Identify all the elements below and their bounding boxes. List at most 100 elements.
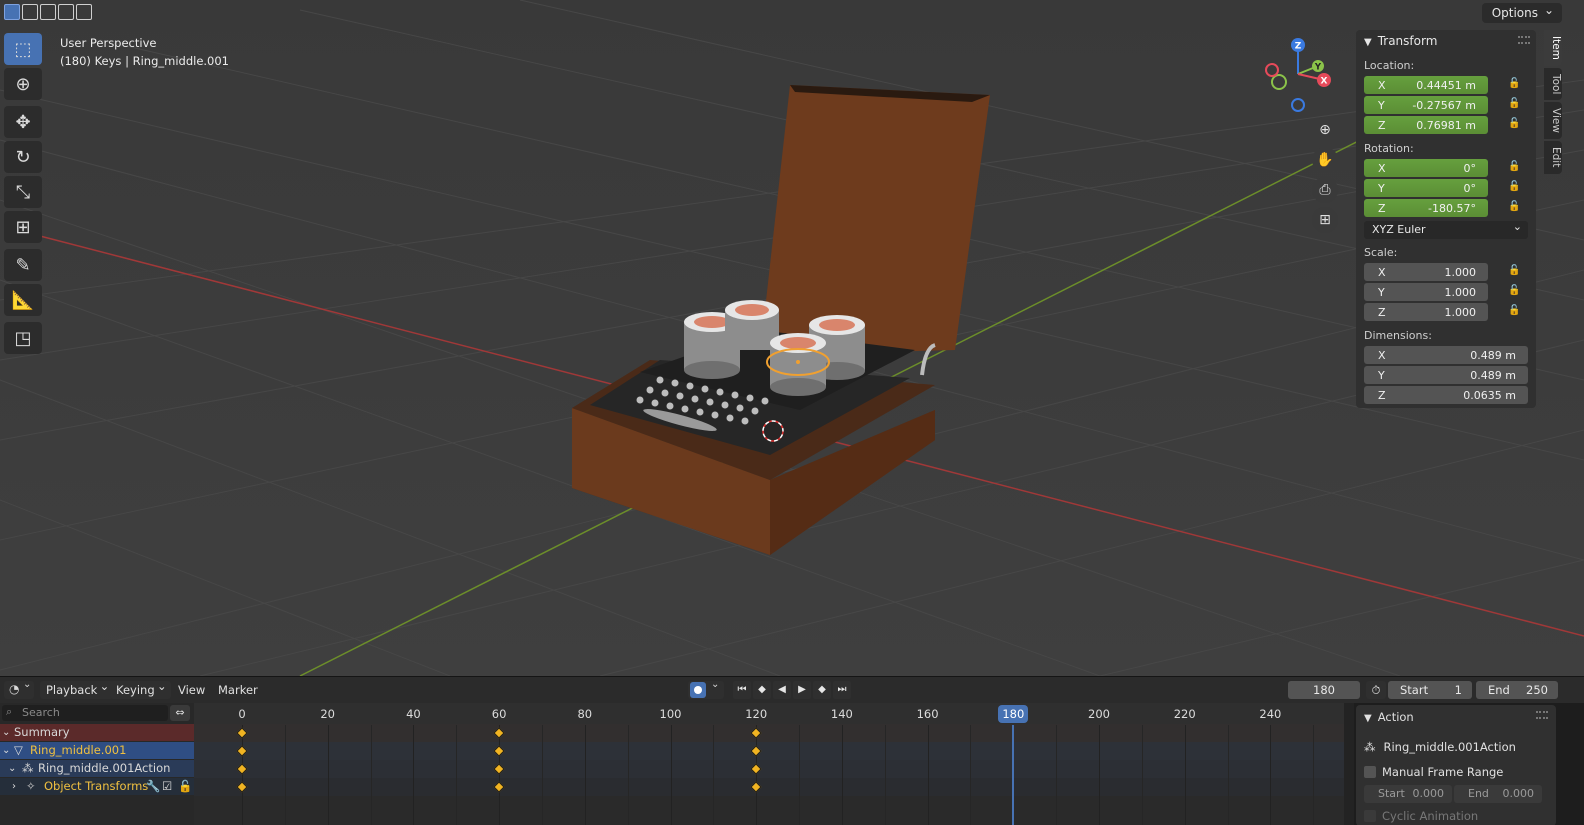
end-frame-field[interactable]: End 250 [1476,681,1558,699]
view-menu[interactable]: View [172,681,211,699]
drag-handle-icon[interactable] [1536,711,1548,719]
select-invert-icon[interactable] [58,4,74,20]
keying-menu[interactable]: Keying [110,677,171,699]
mesh-icon: ▽ [14,743,23,757]
chevron-down-icon[interactable]: ⌄ [2,742,10,759]
location-x-field[interactable]: X 0.44451 m [1364,76,1488,94]
wrench-icon[interactable]: 🔧 [146,778,160,795]
select-new-icon[interactable] [4,4,20,20]
location-label: Location: [1364,59,1415,72]
playback-menu[interactable]: Playback [40,677,114,699]
lock-icon[interactable]: 🔓 [1508,161,1522,175]
dimensions-z-field[interactable]: Z 0.0635 m [1364,386,1528,404]
pan-hand-icon[interactable]: ✋ [1312,147,1338,173]
dimensions-y-field[interactable]: Y 0.489 m [1364,366,1528,384]
prev-keyframe-icon[interactable]: ◆ [753,681,771,699]
swap-icon[interactable]: ⇔ [170,705,190,721]
action-name-field[interactable]: ⁂ Ring_middle.001Action [1364,740,1516,754]
select-subtract-icon[interactable] [40,4,56,20]
tab-tool[interactable]: Tool [1544,67,1562,101]
lock-icon[interactable]: 🔓 [1508,265,1522,279]
rotate-icon[interactable]: ↻ [4,141,42,173]
chevron-right-icon[interactable]: › [12,778,16,795]
measure-icon[interactable]: 📐 [4,284,42,316]
action-end-field[interactable]: End 0.000 [1454,785,1542,803]
lock-icon[interactable]: 🔓 [1508,98,1522,112]
location-z-field[interactable]: Z 0.76981 m [1364,116,1488,134]
lock-icon[interactable]: 🔓 [1508,285,1522,299]
grid-view-icon[interactable]: ⊞ [1312,207,1338,233]
rotation-x-field[interactable]: X 0° [1364,159,1488,177]
scale-y-field[interactable]: Y 1.000 [1364,283,1488,301]
jump-end-icon[interactable]: ⏭ [833,681,851,699]
cursor-icon[interactable]: ⊕ [4,68,42,100]
timeline-scrollbar[interactable] [1344,703,1354,825]
action-header[interactable]: ▼ Action [1364,710,1414,724]
grid-line [284,725,286,825]
drag-handle-icon[interactable] [1518,36,1530,44]
playhead[interactable] [1012,725,1015,825]
channel-search-input[interactable]: ⌕ Search [2,705,168,721]
checkbox-icon[interactable]: ☑ [162,778,172,795]
ruler-tick-label: 140 [830,707,853,721]
gizmo-z-label: Z [1295,42,1302,52]
lock-icon[interactable]: 🔓 [1508,118,1522,132]
editor-type-clock-icon[interactable]: ◔ ⌄ [4,679,34,699]
current-frame-field[interactable]: 180 [1288,681,1360,699]
lock-icon[interactable]: 🔓 [1508,181,1522,195]
lock-icon[interactable]: 🔓 [1508,201,1522,215]
manual-frame-range-checkbox[interactable]: Manual Frame Range [1364,765,1503,779]
auto-keying-button[interactable]: ⌄ [688,679,724,699]
scale-icon[interactable]: ⤡ [4,176,42,208]
transform-icon[interactable]: ⊞ [4,211,42,243]
tab-view[interactable]: View [1544,102,1562,140]
transport-controls: ⏮ ◆ ◀ ▶ ◆ ⏭ [733,681,851,699]
lock-icon[interactable]: 🔓 [178,778,192,795]
action-start-field[interactable]: Start 0.000 [1364,785,1452,803]
transform-header[interactable]: ▼ Transform [1356,30,1536,52]
rotation-mode-dropdown[interactable]: XYZ Euler [1364,218,1528,239]
rotation-y-field[interactable]: Y 0° [1364,179,1488,197]
grid-line [413,725,415,825]
location-y-field[interactable]: Y -0.27567 m [1364,96,1488,114]
chevron-down-icon[interactable]: ⌄ [8,760,16,777]
channel-summary[interactable]: ⌄ Summary [0,724,194,741]
play-icon[interactable]: ▶ [793,681,811,699]
annotate-icon[interactable]: ✎ [4,249,42,281]
perspective-label: User Perspective [60,36,157,50]
dimensions-x-field[interactable]: X 0.489 m [1364,346,1528,364]
dopesheet-grid[interactable]: 0 20 40 60 80 100 120 140 160 200 220 240 180 [194,703,1344,825]
channel-action[interactable]: ⌄ ⁂ Ring_middle.001Action [0,760,194,777]
move-icon[interactable]: ✥ [4,106,42,138]
options-dropdown[interactable]: Options [1481,0,1562,23]
add-cube-icon[interactable]: ◳ [4,322,42,354]
tab-item[interactable]: Item [1544,30,1562,66]
3d-viewport[interactable]: Options User Perspective (180) Keys | Ri… [0,0,1584,676]
channel-object[interactable]: ⌄ ▽ Ring_middle.001 [0,742,194,759]
next-keyframe-icon[interactable]: ◆ [813,681,831,699]
playhead-frame-label[interactable]: 180 [998,705,1029,723]
frame-ruler[interactable]: 0 20 40 60 80 100 120 140 160 200 220 240 [194,703,1344,725]
camera-icon[interactable]: ⎙ [1312,177,1338,203]
select-intersect-icon[interactable] [76,4,92,20]
scale-z-field[interactable]: Z 1.000 [1364,303,1488,321]
lock-icon[interactable]: 🔓 [1508,78,1522,92]
lock-icon[interactable]: 🔓 [1508,305,1522,319]
cyclic-animation-checkbox[interactable]: Cyclic Animation [1364,809,1478,823]
play-reverse-icon[interactable]: ◀ [773,681,791,699]
stopwatch-icon[interactable]: ⏱ [1366,681,1386,699]
start-frame-field[interactable]: Start 1 [1388,681,1472,699]
rotation-z-field[interactable]: Z -180.57° [1364,199,1488,217]
select-mode-buttons[interactable] [4,4,92,20]
marker-menu[interactable]: Marker [212,681,264,699]
jump-start-icon[interactable]: ⏮ [733,681,751,699]
grid-line [1099,725,1100,825]
navigation-gizmo[interactable]: Z Y X [1258,34,1338,114]
tab-edit[interactable]: Edit [1544,141,1562,174]
channel-group[interactable]: › ✧ Object Transforms 🔧 ☑ 🔓 [0,778,194,795]
select-box-icon[interactable]: ⬚ [4,33,42,65]
chevron-down-icon[interactable]: ⌄ [2,724,10,741]
scale-x-field[interactable]: X 1.000 [1364,263,1488,281]
select-extend-icon[interactable] [22,4,38,20]
zoom-icon[interactable]: ⊕ [1312,117,1338,143]
